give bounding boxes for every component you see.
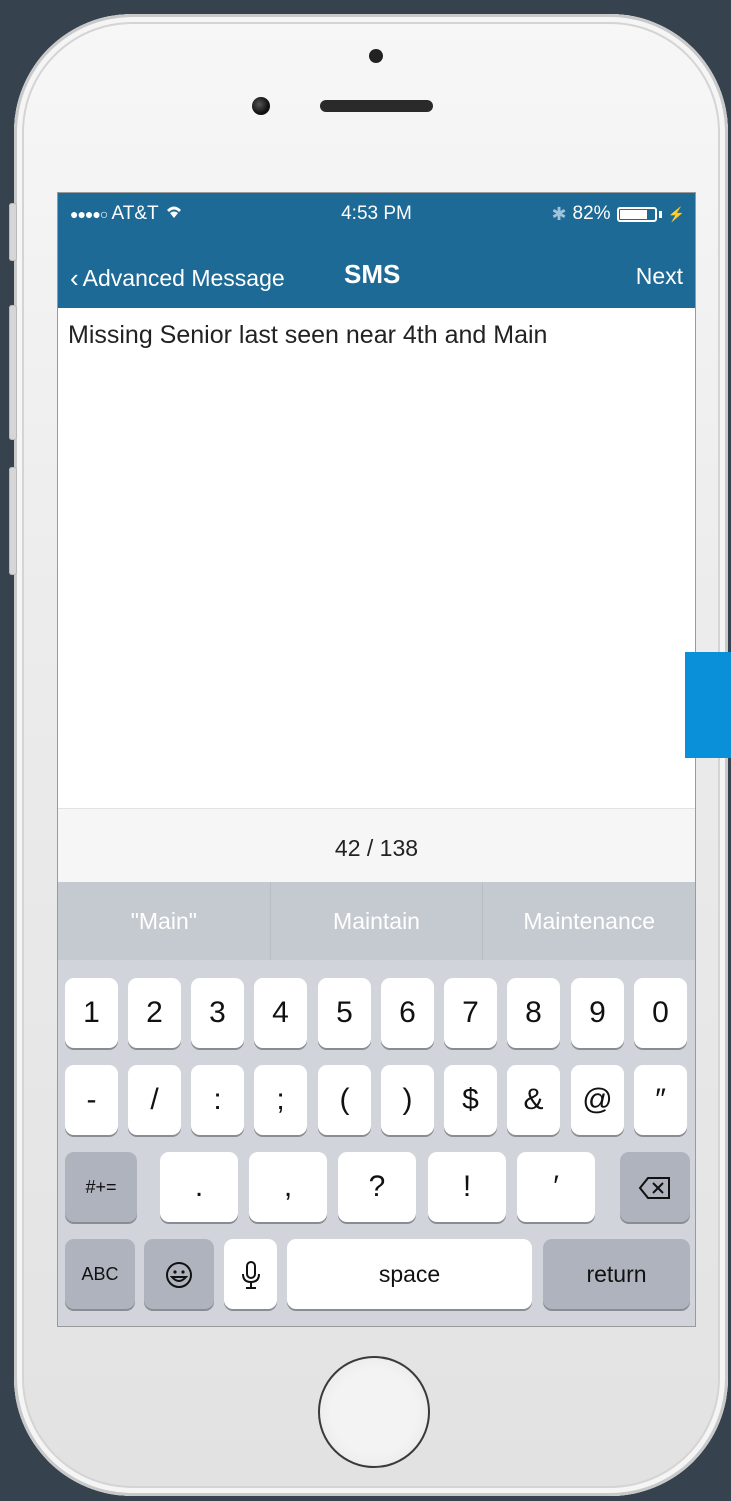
dictation-key[interactable] (224, 1239, 277, 1309)
key-ampersand[interactable]: & (507, 1065, 560, 1135)
home-button[interactable] (318, 1356, 430, 1468)
battery-percent: 82% (572, 203, 611, 224)
back-button[interactable]: ‹ Advanced Message (70, 263, 285, 294)
key-9[interactable]: 9 (571, 978, 624, 1048)
suggestion-bar: "Main" Maintain Maintenance (58, 882, 695, 960)
delete-key[interactable] (620, 1152, 690, 1222)
key-semicolon[interactable]: ; (254, 1065, 307, 1135)
key-2[interactable]: 2 (128, 978, 181, 1048)
chevron-left-icon: ‹ (70, 263, 79, 293)
key-4[interactable]: 4 (254, 978, 307, 1048)
message-text-area[interactable]: Missing Senior last seen near 4th and Ma… (68, 321, 547, 350)
emoji-icon (166, 1262, 192, 1289)
character-counter: 42 / 138 (334, 835, 419, 861)
key-abc[interactable]: ABC (65, 1239, 135, 1309)
mute-switch (9, 203, 17, 261)
key-open-paren[interactable]: ( (318, 1065, 371, 1135)
key-8[interactable]: 8 (507, 978, 560, 1048)
page-title: SMS (344, 259, 401, 289)
emoji-key[interactable] (144, 1239, 214, 1309)
key-question[interactable]: ? (338, 1152, 416, 1222)
key-0[interactable]: 0 (634, 978, 687, 1048)
status-right: ✱ 82% ⚡ (551, 203, 685, 225)
front-camera (252, 97, 270, 115)
key-period[interactable]: . (160, 1152, 238, 1222)
key-colon[interactable]: : (191, 1065, 244, 1135)
suggestion-item[interactable]: Maintain (271, 882, 484, 960)
navigation-bar: ●●●●○ AT&T 4:53 PM ✱ 82% ⚡ ‹ Advanced Me… (58, 193, 695, 308)
key-more-symbols[interactable]: #+= (65, 1152, 137, 1222)
bluetooth-icon: ✱ (551, 203, 567, 224)
key-comma[interactable]: , (249, 1152, 327, 1222)
key-slash[interactable]: / (128, 1065, 181, 1135)
key-quote[interactable]: ″ (634, 1065, 687, 1135)
battery-tip-icon (658, 210, 662, 218)
space-key[interactable]: space (287, 1239, 532, 1309)
key-apostrophe[interactable]: ′ (517, 1152, 595, 1222)
return-key[interactable]: return (543, 1239, 690, 1309)
screen: ●●●●○ AT&T 4:53 PM ✱ 82% ⚡ ‹ Advanced Me… (57, 192, 696, 1327)
backspace-icon (638, 1177, 670, 1200)
key-dollar[interactable]: $ (444, 1065, 497, 1135)
status-bar: ●●●●○ AT&T 4:53 PM ✱ 82% ⚡ (58, 203, 695, 233)
key-hyphen[interactable]: - (65, 1065, 118, 1135)
volume-down-button (9, 467, 17, 575)
key-exclamation[interactable]: ! (428, 1152, 506, 1222)
proximity-sensor (369, 49, 383, 63)
key-6[interactable]: 6 (381, 978, 434, 1048)
key-at[interactable]: @ (571, 1065, 624, 1135)
keyboard: "Main" Maintain Maintenance 1 2 3 4 5 6 … (58, 882, 695, 1326)
next-button[interactable]: Next (636, 263, 683, 290)
key-3[interactable]: 3 (191, 978, 244, 1048)
suggestion-item[interactable]: Maintenance (483, 882, 695, 960)
side-tab[interactable] (685, 652, 731, 758)
back-label: Advanced Message (82, 265, 285, 291)
volume-up-button (9, 305, 17, 440)
suggestion-item[interactable]: "Main" (58, 882, 271, 960)
character-counter-bar: 42 / 138 (58, 808, 695, 883)
microphone-icon (241, 1261, 260, 1290)
key-7[interactable]: 7 (444, 978, 497, 1048)
key-close-paren[interactable]: ) (381, 1065, 434, 1135)
battery-icon (616, 206, 657, 222)
charging-icon: ⚡ (667, 205, 685, 222)
key-1[interactable]: 1 (65, 978, 118, 1048)
earpiece-speaker (320, 100, 433, 112)
key-5[interactable]: 5 (318, 978, 371, 1048)
